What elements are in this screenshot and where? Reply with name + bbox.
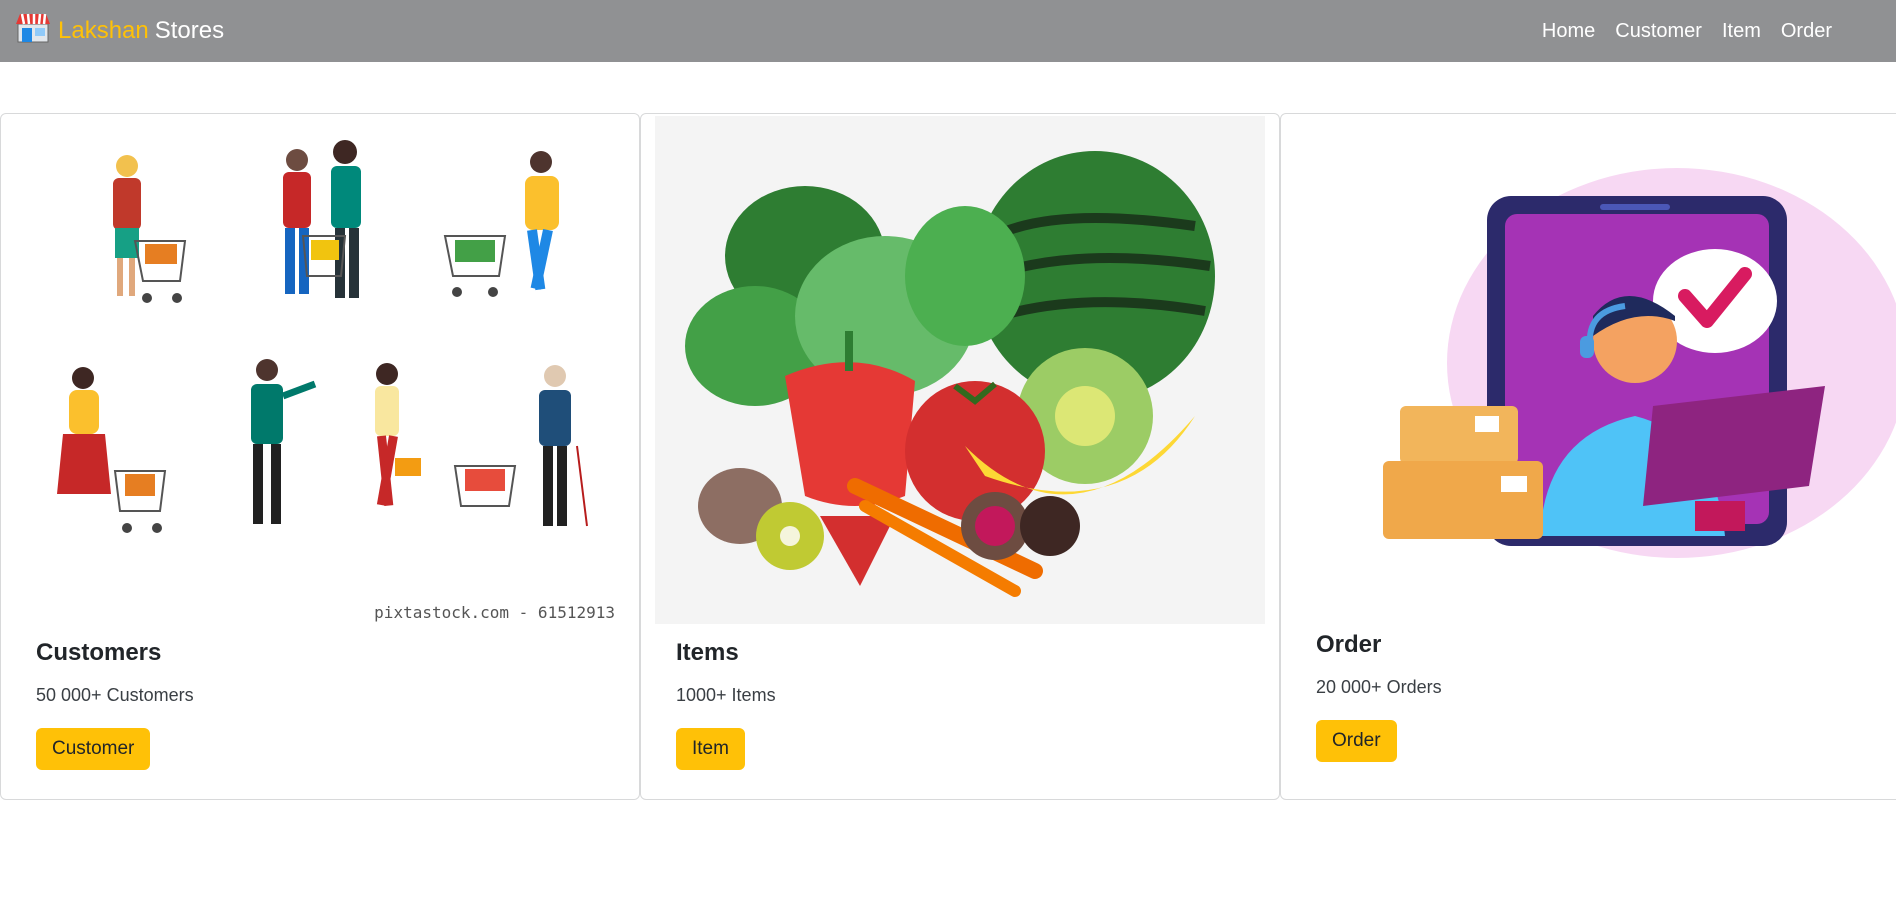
items-card-title: Items [676,639,739,666]
items-card-body: Items 1000+ Items Item [676,639,776,770]
nav-link-item[interactable]: Item [1722,20,1761,43]
order-card-text: 20 000+ Orders [1316,677,1442,697]
brand-name-rest: Stores [154,17,225,44]
card-row: pixtastock.com - 61512913 Customers 50 0… [0,113,1896,800]
navbar: Lakshan Stores Home Customer Item Order [0,0,1896,62]
customer-button[interactable]: Customer [36,728,151,770]
order-card-body: Order 20 000+ Orders Order [1316,631,1442,762]
order-card-title: Order [1316,631,1382,658]
order-button[interactable]: Order [1316,720,1397,762]
customers-card: pixtastock.com - 61512913 Customers 50 0… [0,113,640,800]
customers-image: pixtastock.com - 61512913 [15,116,625,624]
customers-card-body: Customers 50 000+ Customers Customer [36,639,194,770]
brand-name-accent: Lakshan [58,17,149,44]
brand[interactable]: Lakshan Stores [14,12,224,51]
store-icon [14,12,52,51]
item-button[interactable]: Item [676,728,745,770]
order-image [1295,116,1896,624]
image-caption: pixtastock.com - 61512913 [374,603,615,622]
nav-links: Home Customer Item Order [1542,20,1832,43]
nav-link-customer[interactable]: Customer [1615,20,1702,43]
items-card-text: 1000+ Items [676,685,776,705]
nav-link-home[interactable]: Home [1542,20,1595,43]
customers-card-title: Customers [36,639,162,666]
items-card: Items 1000+ Items Item [640,113,1280,800]
items-image [655,116,1265,624]
order-card: Order 20 000+ Orders Order [1280,113,1896,800]
nav-link-order[interactable]: Order [1781,20,1832,43]
customers-card-text: 50 000+ Customers [36,685,194,705]
